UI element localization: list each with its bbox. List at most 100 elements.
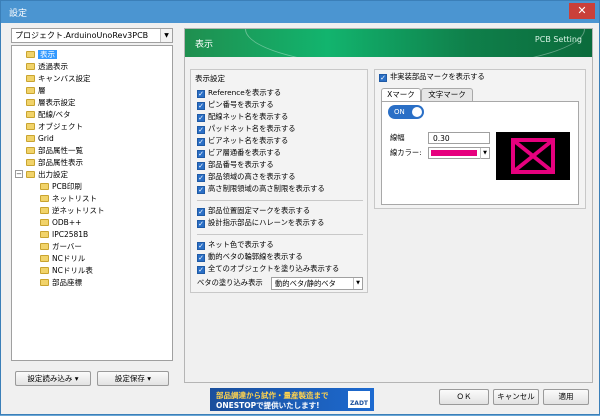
folder-icon	[26, 63, 35, 70]
collapse-icon[interactable]: −	[15, 170, 23, 178]
cancel-button[interactable]: キャンセル	[493, 389, 539, 405]
line-width-input[interactable]: 0.30	[428, 132, 490, 144]
line-width-label: 線幅	[390, 133, 405, 142]
apply-button[interactable]: 適用	[543, 389, 589, 405]
folder-icon	[26, 111, 35, 118]
folder-icon	[40, 255, 49, 262]
tree-item-object[interactable]: オブジェクト	[26, 121, 83, 132]
checkbox-checked-icon[interactable]: ✓	[197, 208, 205, 216]
tab-x-mark[interactable]: Xマーク	[381, 88, 421, 101]
checkbox-checked-icon[interactable]: ✓	[197, 254, 205, 262]
promo-banner[interactable]: 部品調達から試作・量産製造まで ONESTOPで提供いたします! ZADT	[210, 388, 374, 411]
tree-item-gerber[interactable]: ガーバー	[40, 241, 82, 252]
separator	[197, 200, 363, 201]
checkbox-checked-icon[interactable]: ✓	[197, 150, 205, 158]
tree-item-grid[interactable]: Grid	[26, 133, 54, 144]
display-settings-title: 表示設定	[195, 74, 225, 83]
checkbox-checked-icon[interactable]: ✓	[197, 220, 205, 228]
folder-icon	[40, 195, 49, 202]
folder-icon	[26, 87, 35, 94]
panel-subtitle: PCB Setting	[534, 35, 582, 44]
checkbox-checked-icon[interactable]: ✓	[197, 138, 205, 146]
project-select-value: プロジェクト.ArduinoUnoRev3PCB	[15, 31, 149, 40]
checkbox-pin-number[interactable]: ✓ ピン番号を表示する	[197, 100, 274, 110]
checkbox-checked-icon[interactable]: ✓	[197, 126, 205, 134]
fill-mode-label: ベタの塗り込み表示	[197, 278, 263, 287]
checkbox-checked-icon[interactable]: ✓	[379, 74, 387, 82]
x-mark-icon	[511, 138, 555, 174]
checkbox-checked-icon[interactable]: ✓	[197, 162, 205, 170]
tree-item-part-attr-list[interactable]: 部品属性一覧	[26, 145, 83, 156]
checkbox-checked-icon[interactable]: ✓	[197, 266, 205, 274]
tree-item-layer-display[interactable]: 層表示設定	[26, 97, 76, 108]
folder-icon	[40, 207, 49, 214]
tree-item-reverse-netlist[interactable]: 逆ネットリスト	[40, 205, 105, 216]
settings-panel: 表示 PCB Setting 表示設定 ✓ Referenceを表示する ✓ ピン番…	[184, 28, 593, 383]
tree-item-canvas[interactable]: キャンバス設定	[26, 73, 91, 84]
tree-item-nc-drill-table[interactable]: NCドリル表	[40, 265, 93, 276]
tree-item-pcb-print[interactable]: PCB印刷	[40, 181, 82, 192]
folder-icon	[26, 171, 35, 178]
fill-mode-select[interactable]: 動的ベタ/静的ベタ ▼	[271, 277, 363, 290]
line-color-select[interactable]: ▼	[428, 147, 490, 159]
folder-icon	[26, 135, 35, 142]
checkbox-checked-icon[interactable]: ✓	[197, 186, 205, 194]
checkbox-checked-icon[interactable]: ✓	[197, 242, 205, 250]
checkbox-reference[interactable]: ✓ Referenceを表示する	[197, 88, 281, 98]
folder-icon	[26, 99, 35, 106]
tree-item-odb[interactable]: ODB++	[40, 217, 81, 228]
save-settings-button[interactable]: 設定保存 ▾	[97, 371, 169, 386]
panel-title: 表示	[195, 40, 214, 50]
line-color-swatch	[431, 150, 477, 156]
checkbox-unmounted-mark[interactable]: ✓ 非実装部品マークを表示する	[379, 72, 485, 82]
folder-icon	[26, 159, 35, 166]
tree-item-nc-drill[interactable]: NCドリル	[40, 253, 85, 264]
toggle-switch[interactable]: ON	[388, 105, 424, 119]
checkbox-fill-all[interactable]: ✓ 全てのオブジェクトを塗り込み表示する	[197, 264, 339, 274]
tab-text-mark[interactable]: 文字マーク	[421, 88, 473, 101]
load-settings-button[interactable]: 設定読み込み ▾	[15, 371, 91, 386]
checkbox-via-layer[interactable]: ✓ ビア層通番を表示する	[197, 148, 281, 158]
tree-item-output[interactable]: − 出力設定	[12, 169, 162, 180]
checkbox-checked-icon[interactable]: ✓	[197, 114, 205, 122]
tree-item-transparency[interactable]: 透過表示	[26, 61, 68, 72]
close-button[interactable]: ✕	[569, 3, 595, 19]
checkbox-checked-icon[interactable]: ✓	[197, 174, 205, 182]
chevron-down-icon: ▼	[160, 29, 172, 42]
checkbox-wire-net[interactable]: ✓ 配線ネット名を表示する	[197, 112, 288, 122]
settings-tree[interactable]: 表示 透過表示 キャンバス設定 層 層表示設定 配線/ベタ オブジェクト Gri…	[11, 45, 173, 361]
window-title: 設定	[9, 9, 28, 19]
checkbox-dynamic-outline[interactable]: ✓ 動的ベタの輪郭線を表示する	[197, 252, 303, 262]
folder-icon	[26, 147, 35, 154]
tree-item-netlist[interactable]: ネットリスト	[40, 193, 97, 204]
project-select[interactable]: プロジェクト.ArduinoUnoRev3PCB ▼	[11, 28, 173, 43]
line-color-label: 線カラー:	[390, 148, 422, 157]
checkbox-checked-icon[interactable]: ✓	[197, 90, 205, 98]
tree-item-display[interactable]: 表示	[26, 49, 57, 60]
checkbox-checked-icon[interactable]: ✓	[197, 102, 205, 110]
brand-logo: ZADT	[348, 391, 370, 408]
folder-icon	[40, 183, 49, 190]
panel-banner: 表示 PCB Setting	[185, 29, 592, 57]
ok-button[interactable]: ＯＫ	[439, 389, 489, 405]
tab-content: ON 線幅 0.30 線カラー: ▼	[381, 101, 579, 205]
checkbox-halo[interactable]: ✓ 設計指示部品にハレーンを表示する	[197, 218, 324, 228]
promo-line-2: ONESTOPで提供いたします!	[216, 401, 320, 410]
folder-icon	[40, 279, 49, 286]
checkbox-part-height[interactable]: ✓ 部品領域の高さを表示する	[197, 172, 296, 182]
checkbox-pad-net[interactable]: ✓ パッドネット名を表示する	[197, 124, 296, 134]
checkbox-part-number[interactable]: ✓ 部品番号を表示する	[197, 160, 274, 170]
tree-item-ipc2581b[interactable]: IPC2581B	[40, 229, 88, 240]
tree-item-part-attr-display[interactable]: 部品属性表示	[26, 157, 83, 168]
checkbox-fixed-mark[interactable]: ✓ 部品位置固定マークを表示する	[197, 206, 310, 216]
folder-icon	[40, 267, 49, 274]
tree-item-wiring[interactable]: 配線/ベタ	[26, 109, 71, 120]
folder-icon	[40, 243, 49, 250]
folder-icon	[26, 123, 35, 130]
tree-item-layer[interactable]: 層	[26, 85, 46, 96]
folder-icon	[40, 231, 49, 238]
tree-item-part-coords[interactable]: 部品座標	[40, 277, 82, 288]
checkbox-height-limit[interactable]: ✓ 高さ制限領域の高さ制限を表示する	[197, 184, 325, 194]
checkbox-net-color[interactable]: ✓ ネット色で表示する	[197, 240, 274, 250]
checkbox-via-net[interactable]: ✓ ビアネット名を表示する	[197, 136, 288, 146]
